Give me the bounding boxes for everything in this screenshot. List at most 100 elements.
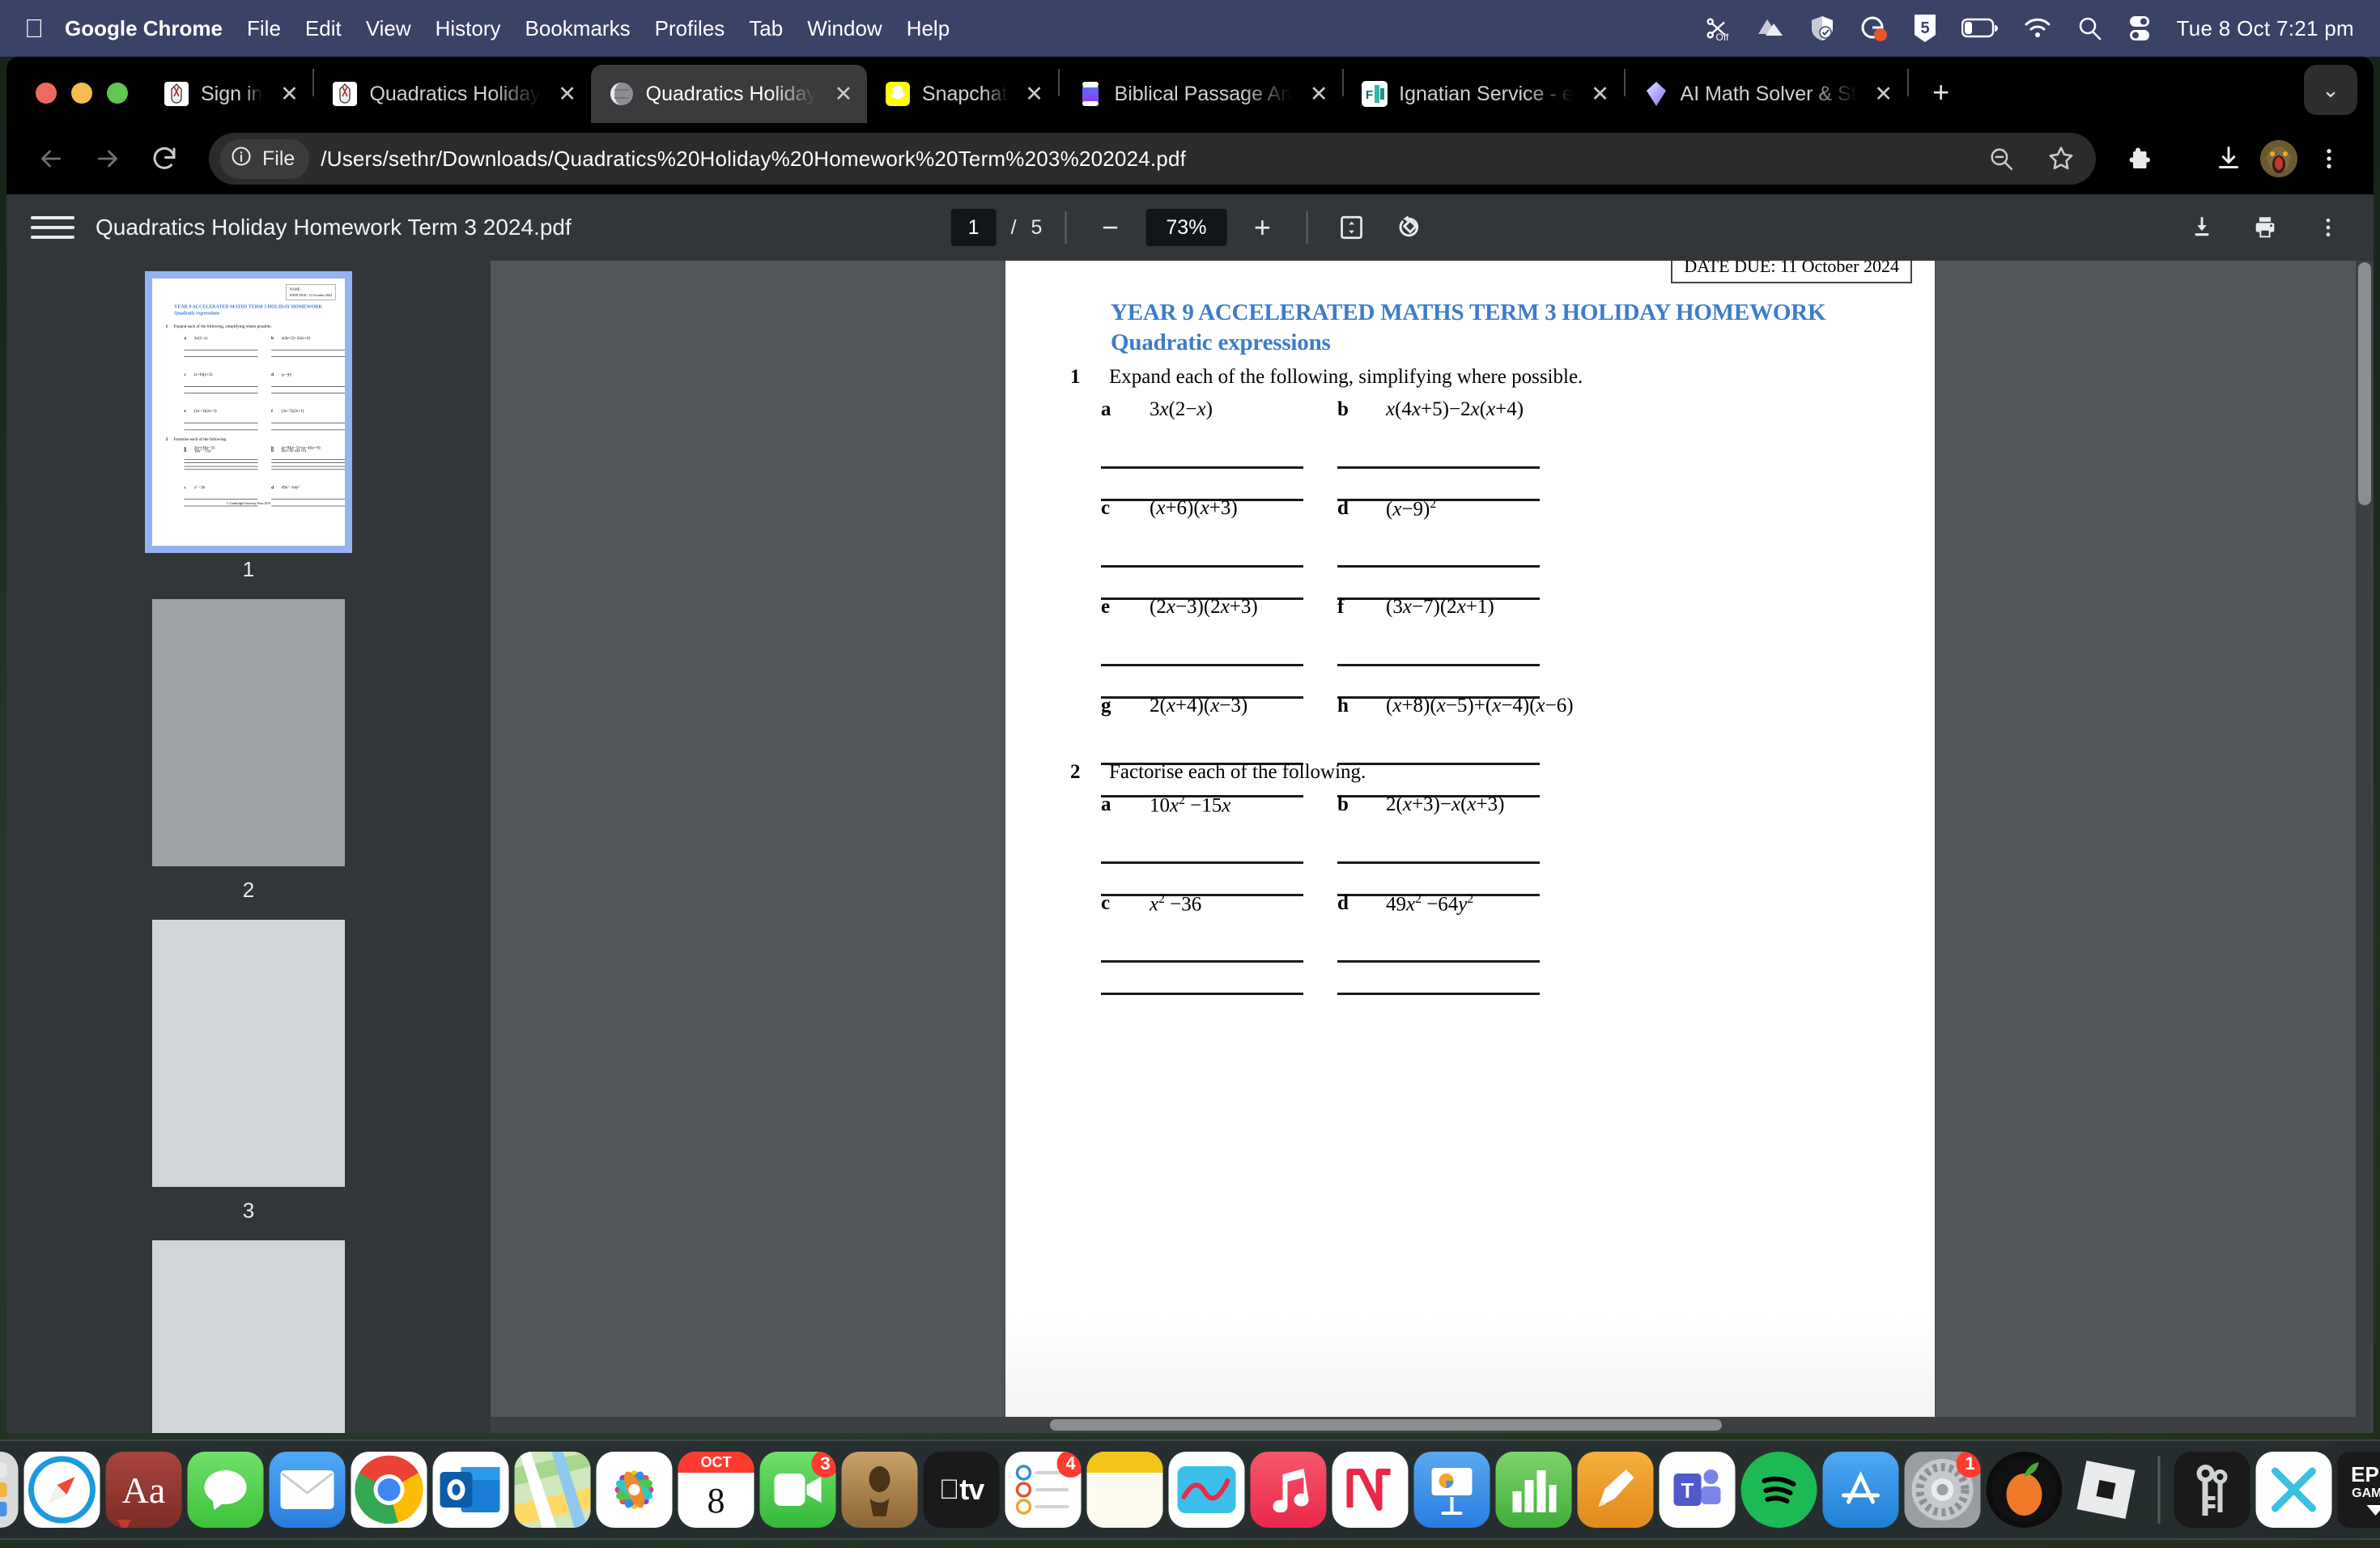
battery-icon[interactable]	[1961, 18, 1999, 39]
more-vertical-icon[interactable]	[2307, 206, 2349, 249]
dock-item-freeform[interactable]	[1168, 1452, 1245, 1528]
extensions-icon[interactable]	[2115, 134, 2165, 184]
profile-avatar[interactable]	[2260, 140, 2297, 177]
dock-item-numbers[interactable]	[1495, 1452, 1572, 1528]
pdf-thumbnail-sidebar[interactable]: NAME: DATE DUE: 11 October 2024 YEAR 9 A…	[6, 261, 491, 1433]
chrome-menu-icon[interactable]	[2304, 134, 2354, 184]
page-number-input[interactable]: 1	[950, 209, 997, 246]
zoom-level-value[interactable]: 73%	[1145, 209, 1227, 246]
dock-item-maps[interactable]	[514, 1452, 591, 1528]
forward-button[interactable]	[83, 134, 133, 184]
tab-close-icon[interactable]: ✕	[1868, 79, 1899, 109]
tab-close-icon[interactable]: ✕	[828, 79, 859, 109]
address-bar[interactable]: File /Users/sethr/Downloads/Quadratics%2…	[209, 133, 2096, 185]
dock-item-dictionary[interactable]: Aa	[105, 1452, 182, 1528]
tab-quadratics-holiday-2[interactable]: Quadratics Holiday ✕	[590, 65, 867, 123]
tab-snapchat[interactable]: Snapchat ✕	[867, 65, 1058, 123]
file-scheme-chip[interactable]: File	[220, 138, 310, 179]
new-tab-button[interactable]: +	[1919, 70, 1964, 115]
hamburger-menu-icon[interactable]	[31, 206, 74, 249]
tab-close-icon[interactable]: ✕	[274, 79, 304, 109]
dock-item-notes[interactable]	[1086, 1452, 1163, 1528]
close-window-button[interactable]	[36, 83, 57, 104]
maximize-window-button[interactable]	[107, 83, 128, 104]
bookmark-star-icon[interactable]	[2036, 134, 2086, 184]
thumbnail-page-2[interactable]	[152, 599, 345, 866]
thumbnail-page-1[interactable]: NAME: DATE DUE: 11 October 2024 YEAR 9 A…	[145, 271, 352, 553]
tab-close-icon[interactable]: ✕	[1585, 79, 1616, 109]
download-icon[interactable]	[2204, 134, 2254, 184]
thumbnail-page-3[interactable]	[152, 920, 345, 1187]
tab-close-icon[interactable]: ✕	[1019, 79, 1050, 109]
dock-item-keynote[interactable]	[1413, 1452, 1490, 1528]
url-text[interactable]: /Users/sethr/Downloads/Quadratics%20Holi…	[321, 147, 1965, 172]
dock-item-roblox[interactable]	[2068, 1452, 2144, 1528]
dock-item-keychain[interactable]	[2174, 1452, 2250, 1528]
dock-item-reminders[interactable]: 4	[1005, 1452, 1082, 1528]
tab-sign-in[interactable]: Sign in ✕	[146, 65, 312, 123]
dock-item-podcasts[interactable]	[841, 1452, 918, 1528]
zoom-out-icon[interactable]	[1976, 134, 2026, 184]
vertical-scrollbar[interactable]	[2356, 261, 2374, 1433]
dock-item-fl-studio[interactable]	[1986, 1452, 2063, 1528]
control-center-icon[interactable]	[2127, 15, 2153, 42]
dock-item-facetime[interactable]: 3	[759, 1452, 836, 1528]
reload-button[interactable]	[139, 134, 189, 184]
scissors-off-icon[interactable]: Off	[1702, 14, 1732, 43]
menu-item-help[interactable]: Help	[907, 16, 950, 41]
menu-item-file[interactable]: File	[247, 16, 281, 41]
dock-item-system-settings[interactable]: 1	[1904, 1452, 1981, 1528]
grammarly-icon[interactable]	[1859, 15, 1889, 42]
tab-close-icon[interactable]: ✕	[1303, 79, 1334, 109]
download-icon[interactable]	[2181, 206, 2223, 249]
tab-biblical-passage[interactable]: Biblical Passage An ✕	[1060, 65, 1343, 123]
search-icon[interactable]	[2076, 15, 2102, 41]
dock-item-xcode[interactable]	[2255, 1452, 2332, 1528]
s-badge-icon[interactable]: 5	[1913, 14, 1937, 43]
dock-item-epic-games[interactable]: EPIC GAMES	[2337, 1452, 2380, 1528]
tab-ai-math-solver[interactable]: AI Math Solver & St ✕	[1626, 65, 1907, 123]
dock-item-apple-tv[interactable]: tv	[923, 1452, 1000, 1528]
tab-search-chevron-down-icon[interactable]: ⌄	[2304, 65, 2357, 115]
back-button[interactable]	[26, 134, 76, 184]
dock-item-music[interactable]	[1250, 1452, 1327, 1528]
print-icon[interactable]	[2244, 206, 2286, 249]
dock-item-pages[interactable]	[1577, 1452, 1654, 1528]
tab-quadratics-holiday-1[interactable]: Quadratics Holiday ✕	[314, 65, 590, 123]
scrollbar-thumb[interactable]	[2358, 262, 2371, 505]
pdf-page-1[interactable]: DATE DUE: 11 October 2024 YEAR 9 ACCELER…	[1005, 261, 1935, 1433]
thumbnail-page-4[interactable]	[152, 1240, 345, 1433]
minimize-window-button[interactable]	[71, 83, 92, 104]
menu-app-name[interactable]: Google Chrome	[65, 16, 223, 41]
dock-item-safari[interactable]	[23, 1452, 100, 1528]
cloud-icon[interactable]	[1756, 16, 1785, 40]
dock-item-chrome[interactable]	[351, 1452, 427, 1528]
rotate-icon[interactable]	[1387, 206, 1429, 249]
horizontal-scrollbar-thumb[interactable]	[1050, 1419, 1722, 1431]
dock-item-microsoft-teams[interactable]: T	[1659, 1452, 1736, 1528]
dock-item-news[interactable]	[1332, 1452, 1409, 1528]
dock-item-calendar[interactable]: OCT 8	[678, 1452, 754, 1528]
zoom-in-button[interactable]: +	[1241, 206, 1283, 249]
menu-item-edit[interactable]: Edit	[305, 16, 342, 41]
menu-item-tab[interactable]: Tab	[749, 16, 783, 41]
menu-item-window[interactable]: Window	[807, 16, 882, 41]
pdf-document-pane[interactable]: DATE DUE: 11 October 2024 YEAR 9 ACCELER…	[491, 261, 2374, 1433]
menu-item-view[interactable]: View	[366, 16, 411, 41]
wifi-icon[interactable]	[2023, 17, 2052, 40]
menu-item-history[interactable]: History	[436, 16, 501, 41]
dock-item-messages[interactable]	[187, 1452, 264, 1528]
fit-page-icon[interactable]	[1330, 206, 1372, 249]
dock-item-spotify[interactable]	[1740, 1452, 1817, 1528]
menu-item-bookmarks[interactable]: Bookmarks	[525, 16, 631, 41]
horizontal-scrollbar[interactable]	[491, 1417, 2356, 1433]
dock-item-mail[interactable]	[269, 1452, 346, 1528]
tab-close-icon[interactable]: ✕	[552, 79, 583, 109]
dock-item-photos[interactable]	[596, 1452, 673, 1528]
shield-check-icon[interactable]	[1809, 15, 1835, 42]
zoom-out-button[interactable]: −	[1089, 206, 1131, 249]
dock-item-launchpad[interactable]	[0, 1452, 19, 1528]
menu-item-profiles[interactable]: Profiles	[655, 16, 725, 41]
thumbnail-scroll-area[interactable]: NAME: DATE DUE: 11 October 2024 YEAR 9 A…	[6, 261, 491, 1433]
menu-bar-clock[interactable]: Tue 8 Oct 7:21 pm	[2177, 16, 2354, 41]
